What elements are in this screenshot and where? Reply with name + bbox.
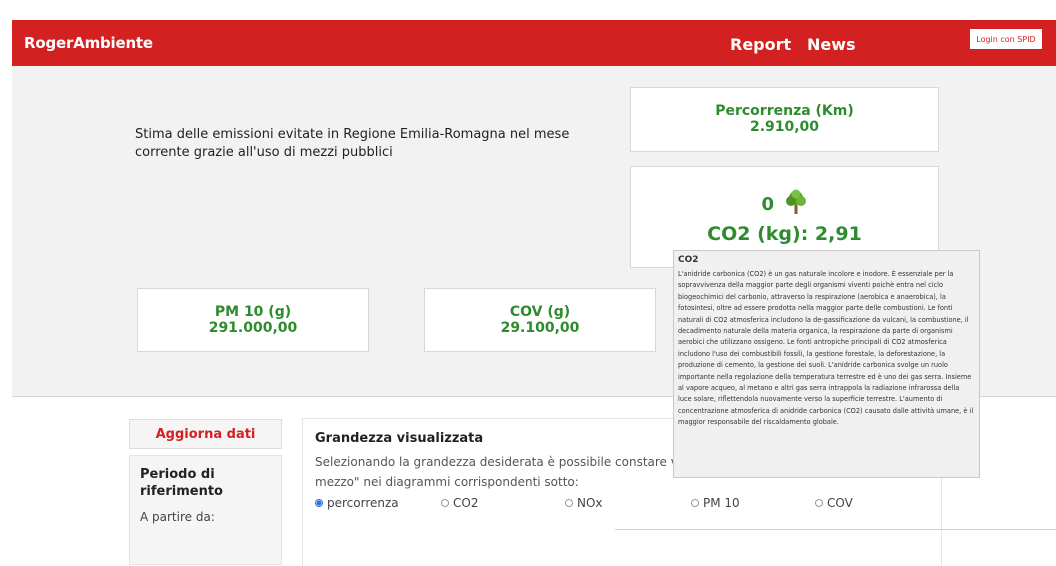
radio-unselected-icon[interactable] — [815, 499, 823, 507]
radio-unselected-icon[interactable] — [691, 499, 699, 507]
refresh-data-button[interactable]: Aggiorna dati — [129, 419, 282, 449]
percorrenza-card: Percorrenza (Km) 2.910,00 — [630, 87, 939, 152]
period-box: Periodo di riferimento A partire da: — [129, 455, 282, 565]
filters-sidebar: Aggiorna dati Periodo di riferimento A p… — [129, 419, 282, 565]
radio-nox[interactable]: NOx — [565, 496, 603, 510]
cov-value: 29.100,00 — [500, 320, 580, 336]
radio-cov[interactable]: COV — [815, 496, 853, 510]
tooltip-body: L'anidride carbonica (CO2) è un gas natu… — [678, 270, 974, 427]
percorrenza-label: Percorrenza (Km) — [715, 103, 854, 119]
top-navbar: RogerAmbiente Report News Login con SPID — [12, 20, 1056, 66]
radio-selected-icon[interactable] — [315, 499, 323, 507]
tree-count: 0 — [761, 193, 774, 215]
nav-news-link[interactable]: News — [807, 35, 856, 54]
nav-report-link[interactable]: Report — [730, 35, 791, 54]
radio-pm10[interactable]: PM 10 — [691, 496, 740, 510]
co2-value: CO2 (kg): 2,91 — [707, 223, 862, 245]
cov-label: COV (g) — [509, 304, 571, 320]
pm10-label: PM 10 (g) — [214, 304, 292, 320]
co2-tooltip: CO2 L'anidride carbonica (CO2) è un gas … — [673, 250, 980, 478]
percorrenza-value: 2.910,00 — [749, 119, 820, 135]
radio-unselected-icon[interactable] — [565, 499, 573, 507]
page: RogerAmbiente Report News Login con SPID… — [0, 0, 1056, 566]
from-date-label: A partire da: — [140, 510, 215, 524]
tooltip-title: CO2 — [678, 255, 699, 265]
pm10-card[interactable]: PM 10 (g) 291.000,00 — [137, 288, 369, 352]
tree-icon — [784, 189, 808, 219]
login-spid-button[interactable]: Login con SPID — [969, 28, 1043, 50]
radio-percorrenza[interactable]: percorrenza — [315, 496, 399, 510]
pm10-value: 291.000,00 — [208, 320, 298, 336]
radio-co2[interactable]: CO2 — [441, 496, 478, 510]
panel-description: Selezionando la grandezza desiderata è p… — [315, 455, 675, 469]
intro-text: Stima delle emissioni evitate in Regione… — [135, 127, 570, 160]
quantity-radio-group: percorrenza CO2 NOx PM 10 COV — [315, 496, 929, 516]
radio-unselected-icon[interactable] — [441, 499, 449, 507]
brand-logo-text[interactable]: RogerAmbiente — [24, 34, 153, 52]
panel-border-line — [615, 529, 1056, 530]
cov-card[interactable]: COV (g) 29.100,00 — [424, 288, 656, 352]
period-title: Periodo di riferimento — [140, 467, 223, 499]
